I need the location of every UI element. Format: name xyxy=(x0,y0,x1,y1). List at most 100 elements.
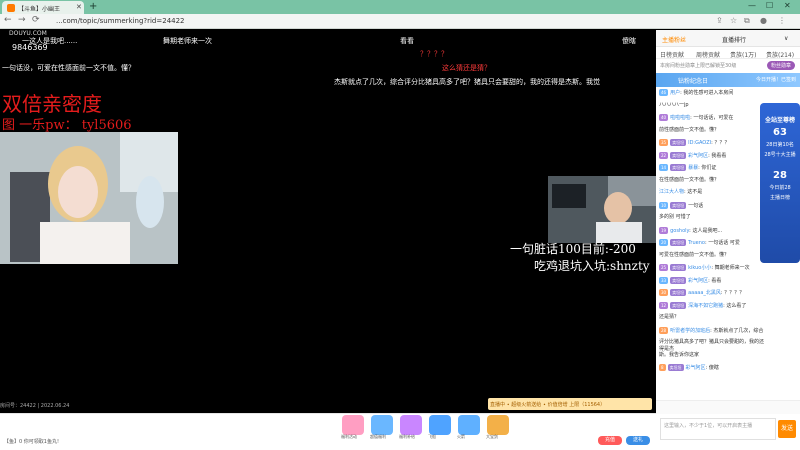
maximize-button[interactable]: ☐ xyxy=(766,1,773,10)
chat-input[interactable]: 这里输入，不少于1位，可以开启表主播 xyxy=(660,418,776,440)
rank-label-4: 主播日榜 xyxy=(769,195,790,201)
fan-badge: 卖坦坦 xyxy=(670,201,687,209)
chat-message: 江江大人物: 这不是 xyxy=(659,189,703,195)
chat-text: 评分比猪具高多了吧？猪具只会要甜的，我的还得是杰 xyxy=(659,339,765,352)
tab-nobles[interactable]: 贵族(1万) xyxy=(730,50,757,59)
chat-username[interactable]: 用户 xyxy=(670,90,680,96)
gift-label: 火箭 xyxy=(457,434,465,439)
chat-username[interactable]: 暴暴 xyxy=(688,165,698,171)
gift-icon[interactable] xyxy=(429,415,451,435)
profile-icon[interactable]: ● xyxy=(760,16,767,25)
tab-close-icon[interactable]: ✕ xyxy=(76,3,82,11)
chat-message: 25 卖坦坦 kikuo小小: 舞期老师来一次 xyxy=(659,264,750,271)
user-level-badge: 10 xyxy=(659,201,669,209)
chat-message: 33 卖坦坦 彩气阿区: 看看 xyxy=(659,276,722,284)
back-button[interactable]: ← xyxy=(4,15,12,25)
collapse-icon[interactable]: ∨ xyxy=(784,35,788,42)
send-gift-button[interactable]: 送礼 xyxy=(626,436,650,445)
bookmark-star-icon[interactable]: ☆ xyxy=(730,16,737,25)
gift-label: 大宝剑 xyxy=(486,434,498,439)
chat-text: 前性感面前一文不值。懂？ xyxy=(659,126,720,133)
fan-badge: 卖坦坦 xyxy=(670,139,687,146)
danmaku-item: ？？？？ xyxy=(420,50,448,58)
anchor-fans-tab[interactable]: 主播粉丝 xyxy=(662,35,686,44)
rank-tab[interactable]: 直播排行 xyxy=(722,35,746,44)
send-button[interactable]: 发送 xyxy=(778,420,796,438)
gift-icon[interactable] xyxy=(400,415,422,435)
gift-icon[interactable] xyxy=(458,415,480,435)
chat-text: 杰斯就点了几次，综合 xyxy=(713,327,764,334)
rank-widget[interactable]: 全站至尊榜 63 28日第10名 28号十大主播 28 今日前28 主播日榜 xyxy=(760,103,800,263)
chat-username[interactable]: Trueno xyxy=(688,240,705,246)
fan-badge: 卖坦坦 xyxy=(667,364,684,371)
chat-username[interactable]: 彩气阿区 xyxy=(688,153,708,159)
chat-username[interactable]: ID:GAOZI xyxy=(688,140,711,146)
fan-notice: 本房间粉丝勋章上限已解锁至30级 粉丝勋章 xyxy=(656,59,800,73)
chat-message: 前性感面前一文不值。懂？ xyxy=(659,127,765,134)
minimize-button[interactable]: — xyxy=(748,1,756,10)
chat-message: 14 卖坦坦 暴暴: 你们证 xyxy=(659,164,717,171)
video-player[interactable]: DOUYU.COM 9846369 一这人是我吧...... 舞期老师来一次 看… xyxy=(0,30,656,413)
chat-message: 30 卖坦坦 aaaaa_北黑风: ？？？？ xyxy=(659,289,745,296)
chat-text: 这人是我吧... xyxy=(692,227,723,234)
tab-daily-contrib[interactable]: 日榜贡献 xyxy=(660,50,684,59)
rank-number-1: 63 xyxy=(773,127,787,138)
gift-icon[interactable] xyxy=(487,415,509,435)
gift-label: 福利补给 xyxy=(399,434,415,439)
user-level-badge: 14 xyxy=(659,164,669,171)
reload-button[interactable]: ⟳ xyxy=(32,15,40,25)
chat-text: 你们证 xyxy=(701,165,717,171)
close-window-button[interactable]: ✕ xyxy=(784,1,791,10)
chat-username[interactable]: aaaaa_北黑风 xyxy=(688,290,721,296)
chat-message: 35 卖坦坦 ID:GAOZI: ？？？ xyxy=(659,139,730,146)
balance-text: 【鱼】0 你可领取1鱼丸! xyxy=(4,439,59,445)
rocket-banner[interactable]: 直播中 ∙ 超级火箭送给 ∙ 价值倍增 上限（11564） xyxy=(488,398,652,410)
browser-tab[interactable]: 【斗鱼】小幽王 ✕ xyxy=(2,1,84,14)
new-tab-button[interactable]: + xyxy=(89,1,97,13)
chat-username[interactable]: 彩气阿区 xyxy=(688,278,708,284)
chat-text: 在性感面前一文不值。懂？ xyxy=(659,176,720,183)
recharge-button[interactable]: 充值 xyxy=(598,436,622,445)
fan-badge: 卖坦坦 xyxy=(670,151,687,159)
tab-nobles-count[interactable]: 贵族(214) xyxy=(766,50,794,59)
chat-username[interactable]: 彩气阿区 xyxy=(686,365,706,371)
chat-message: 19 gosholy: 这人是我吧... xyxy=(659,226,723,234)
gift-icon[interactable] xyxy=(342,415,364,435)
danmaku-item: 这么猜还是猜？ xyxy=(442,64,491,72)
banner-title: 钻粉纪念日 xyxy=(678,78,709,85)
gift-icon[interactable] xyxy=(371,415,393,435)
chat-username[interactable]: 深海不如它跑猪 xyxy=(688,303,723,309)
forward-button[interactable]: → xyxy=(18,15,26,25)
chat-username[interactable]: kikuo小小 xyxy=(688,265,711,271)
streamer-camera xyxy=(0,132,178,264)
gift-label: 福利活动 xyxy=(341,434,357,439)
chat-message: 12 卖坦坦 深海不如它跑猪: 这么看了 xyxy=(659,301,747,309)
chat-message: 10 卖坦坦 一句话 xyxy=(659,201,765,210)
chat-text: 这么看了 xyxy=(726,302,747,309)
danmaku-item: 一这人是我吧...... xyxy=(22,37,78,45)
fans-badge-button[interactable]: 粉丝勋章 xyxy=(766,61,795,70)
user-level-badge: 20 xyxy=(659,239,669,246)
url-field[interactable]: ...com/topic/summerking?rid=24422 xyxy=(56,17,185,25)
chat-message: 20 卖坦坦 Trueno: 一句话话 可爱 xyxy=(659,239,740,246)
user-level-badge: 30 xyxy=(659,289,669,296)
chat-username[interactable]: 听雷者学的加班后 xyxy=(670,328,710,334)
share-icon[interactable]: ⇪ xyxy=(716,16,723,25)
chat-message: 28 听雷者学的加班后: 杰斯就点了几次，综合 xyxy=(659,326,764,334)
tab-weekly-contrib[interactable]: 周榜贡献 xyxy=(696,50,720,59)
user-level-badge: 25 xyxy=(659,264,669,271)
danmaku-item: 一句话没，可爱在性感面前一文不值。懂？ xyxy=(2,64,135,72)
chat-text: 这不是 xyxy=(687,189,703,195)
fan-badge: 卖坦坦 xyxy=(670,239,687,246)
chat-username[interactable]: 江江大人物 xyxy=(659,189,684,195)
room-footer-info: 房间号：24422 | 2022.06.24 xyxy=(0,403,70,409)
fan-anniversary-banner[interactable]: 钻粉纪念日 今日开播！已签到 xyxy=(656,73,800,87)
chat-text: 舞期老师来一次 xyxy=(714,265,750,271)
chat-message: 8 卖坦坦 彩气阿区: 傻瞎 xyxy=(659,364,719,371)
chat-username[interactable]: gosholy xyxy=(670,228,689,234)
chat-username[interactable]: 啦啦啦啦 xyxy=(670,115,690,121)
menu-icon[interactable]: ⋮ xyxy=(778,16,786,25)
extensions-icon[interactable]: ⧉ xyxy=(744,16,750,26)
chat-text: ？？？ xyxy=(714,140,730,146)
chat-message: 斯。我告诉你这家 xyxy=(659,352,765,359)
